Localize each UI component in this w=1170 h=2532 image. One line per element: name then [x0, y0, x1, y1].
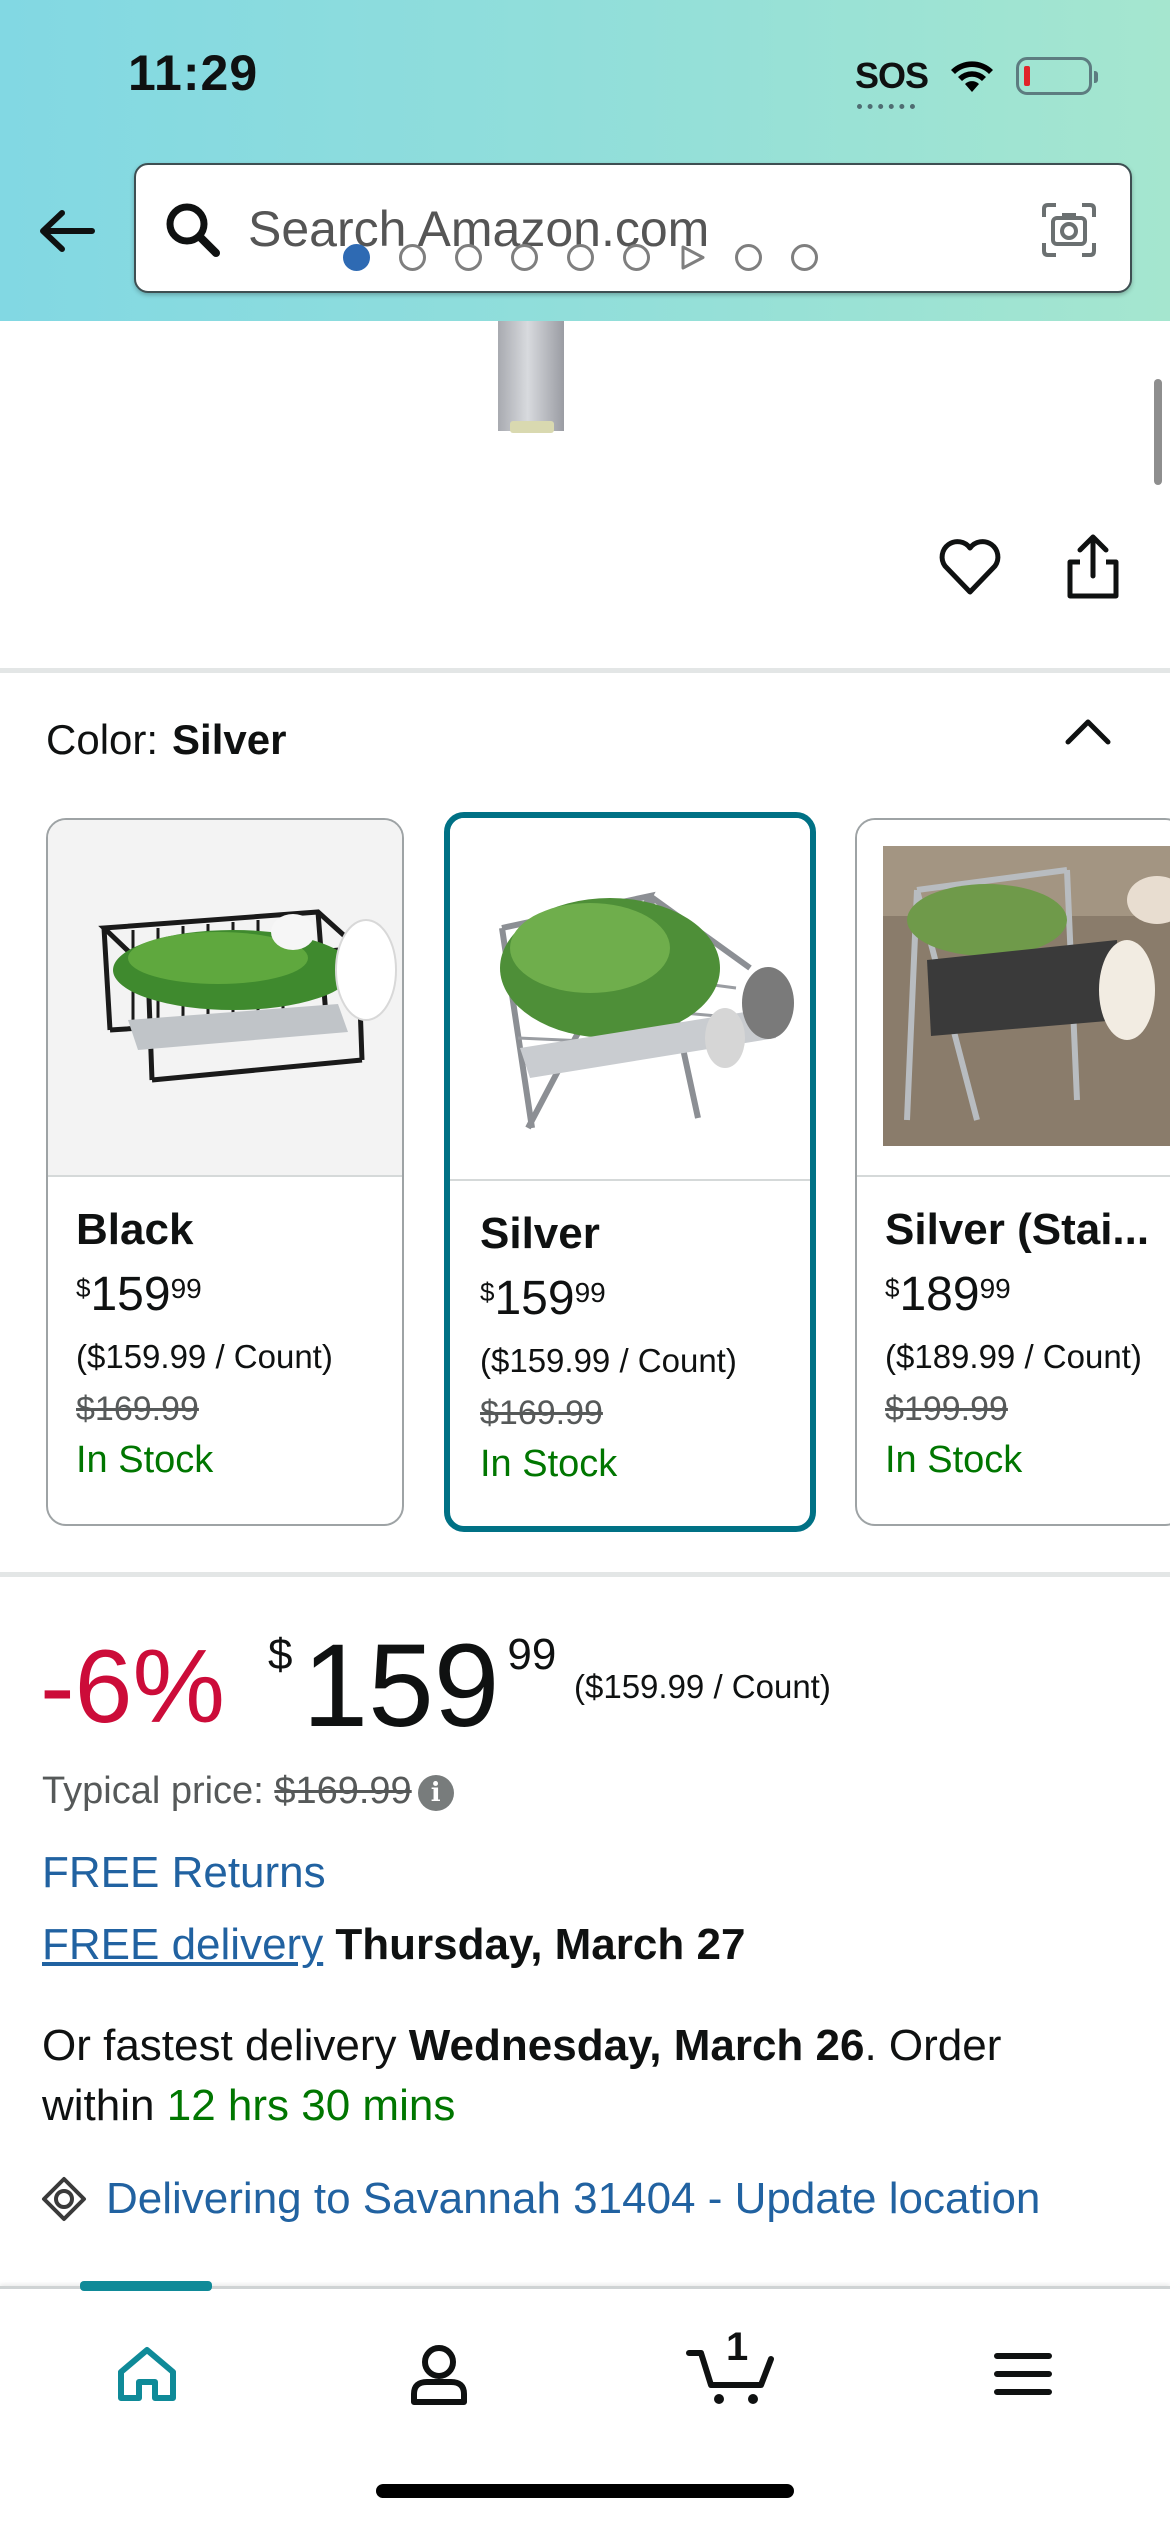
option-list-price: $169.99 — [76, 1390, 199, 1428]
wifi-icon — [951, 61, 993, 92]
user-icon — [411, 2345, 467, 2405]
delivery-date: Thursday, March 27 — [335, 1920, 746, 1969]
color-option-black[interactable]: Black $15999 ($159.99 / Count) $169.99 I… — [46, 818, 404, 1526]
option-unit-price: ($159.99 / Count) — [480, 1342, 737, 1379]
carousel-dot[interactable] — [511, 243, 538, 271]
color-option-image — [48, 820, 402, 1177]
back-arrow-icon — [40, 210, 95, 252]
color-option-silver-stainless[interactable]: Silver (Stai... $18999 ($189.99 / Count)… — [855, 818, 1170, 1526]
current-price: $159 99 — [268, 1620, 557, 1752]
section-divider — [0, 1572, 1170, 1577]
location-pin-icon — [42, 2177, 86, 2221]
share-icon[interactable] — [1060, 532, 1126, 602]
option-stock-status: In Stock — [480, 1443, 618, 1485]
nav-cart[interactable]: 1 — [676, 2325, 786, 2419]
option-price: $15999 — [480, 1272, 606, 1325]
camera-search-icon[interactable] — [1038, 199, 1100, 261]
active-tab-indicator — [80, 2281, 212, 2291]
info-icon[interactable]: i — [417, 1774, 454, 1811]
carousel-dots — [343, 232, 818, 282]
back-button[interactable] — [36, 200, 98, 262]
cart-count: 1 — [726, 2325, 749, 2369]
order-countdown: 12 hrs 30 mins — [166, 2081, 456, 2130]
option-list-price: $199.99 — [885, 1390, 1008, 1428]
color-label: Color: Silver — [46, 716, 287, 763]
play-icon — [681, 245, 705, 269]
nav-home[interactable] — [92, 2329, 202, 2419]
carousel-dot[interactable] — [791, 243, 818, 271]
option-price: $18999 — [885, 1268, 1011, 1321]
fastest-delivery-info: Or fastest delivery Wednesday, March 26.… — [42, 2021, 1002, 2130]
free-returns-link[interactable]: FREE Returns — [42, 1848, 326, 1898]
option-unit-price: ($189.99 / Count) — [885, 1338, 1142, 1375]
nav-menu[interactable] — [968, 2329, 1078, 2419]
carousel-video-dot[interactable] — [679, 244, 706, 271]
option-name: Silver — [480, 1209, 600, 1258]
sos-indicator: SOS — [855, 55, 929, 109]
option-price: $15999 — [76, 1268, 202, 1321]
carousel-dot[interactable] — [735, 243, 762, 271]
carousel-dot[interactable] — [455, 243, 482, 271]
delivery-location-link[interactable]: Delivering to Savannah 31404 - Update lo… — [40, 2174, 1040, 2224]
selected-color: Silver — [172, 716, 287, 763]
option-name: Black — [76, 1205, 194, 1254]
home-icon — [118, 2347, 176, 2401]
color-option-image — [857, 820, 1170, 1177]
search-icon — [166, 203, 220, 257]
product-image-carousel[interactable] — [0, 321, 1170, 666]
nav-account[interactable] — [384, 2329, 494, 2419]
option-list-price: $169.99 — [480, 1394, 603, 1432]
status-time: 11:29 — [128, 45, 259, 101]
heart-icon[interactable] — [935, 532, 1005, 602]
color-option-silver[interactable]: Silver $15999 ($159.99 / Count) $169.99 … — [444, 812, 816, 1532]
option-name: Silver (Stai... — [885, 1205, 1150, 1254]
scrollbar — [1154, 379, 1162, 485]
discount-percent: -6% — [40, 1629, 225, 1745]
hamburger-menu-icon — [994, 2353, 1052, 2395]
option-stock-status: In Stock — [76, 1439, 214, 1481]
carousel-dot[interactable] — [623, 243, 650, 271]
option-unit-price: ($159.99 / Count) — [76, 1338, 333, 1375]
battery-icon — [1016, 57, 1098, 95]
typical-price: Typical price: $169.99 i — [42, 1770, 454, 1813]
option-stock-status: In Stock — [885, 1439, 1023, 1481]
chevron-up-icon[interactable] — [1058, 708, 1118, 754]
section-divider — [0, 668, 1170, 673]
unit-price: ($159.99 / Count) — [574, 1668, 831, 1705]
product-image — [498, 321, 564, 431]
carousel-dot[interactable] — [567, 243, 594, 271]
free-delivery-link[interactable]: FREE delivery — [42, 1920, 323, 1969]
delivery-info: FREE delivery Thursday, March 27 — [42, 1920, 745, 1970]
color-option-image — [450, 818, 810, 1181]
carousel-dot[interactable] — [343, 243, 370, 271]
home-indicator — [376, 2484, 794, 2498]
status-icons: SOS — [855, 52, 1098, 109]
carousel-dot[interactable] — [399, 243, 426, 271]
